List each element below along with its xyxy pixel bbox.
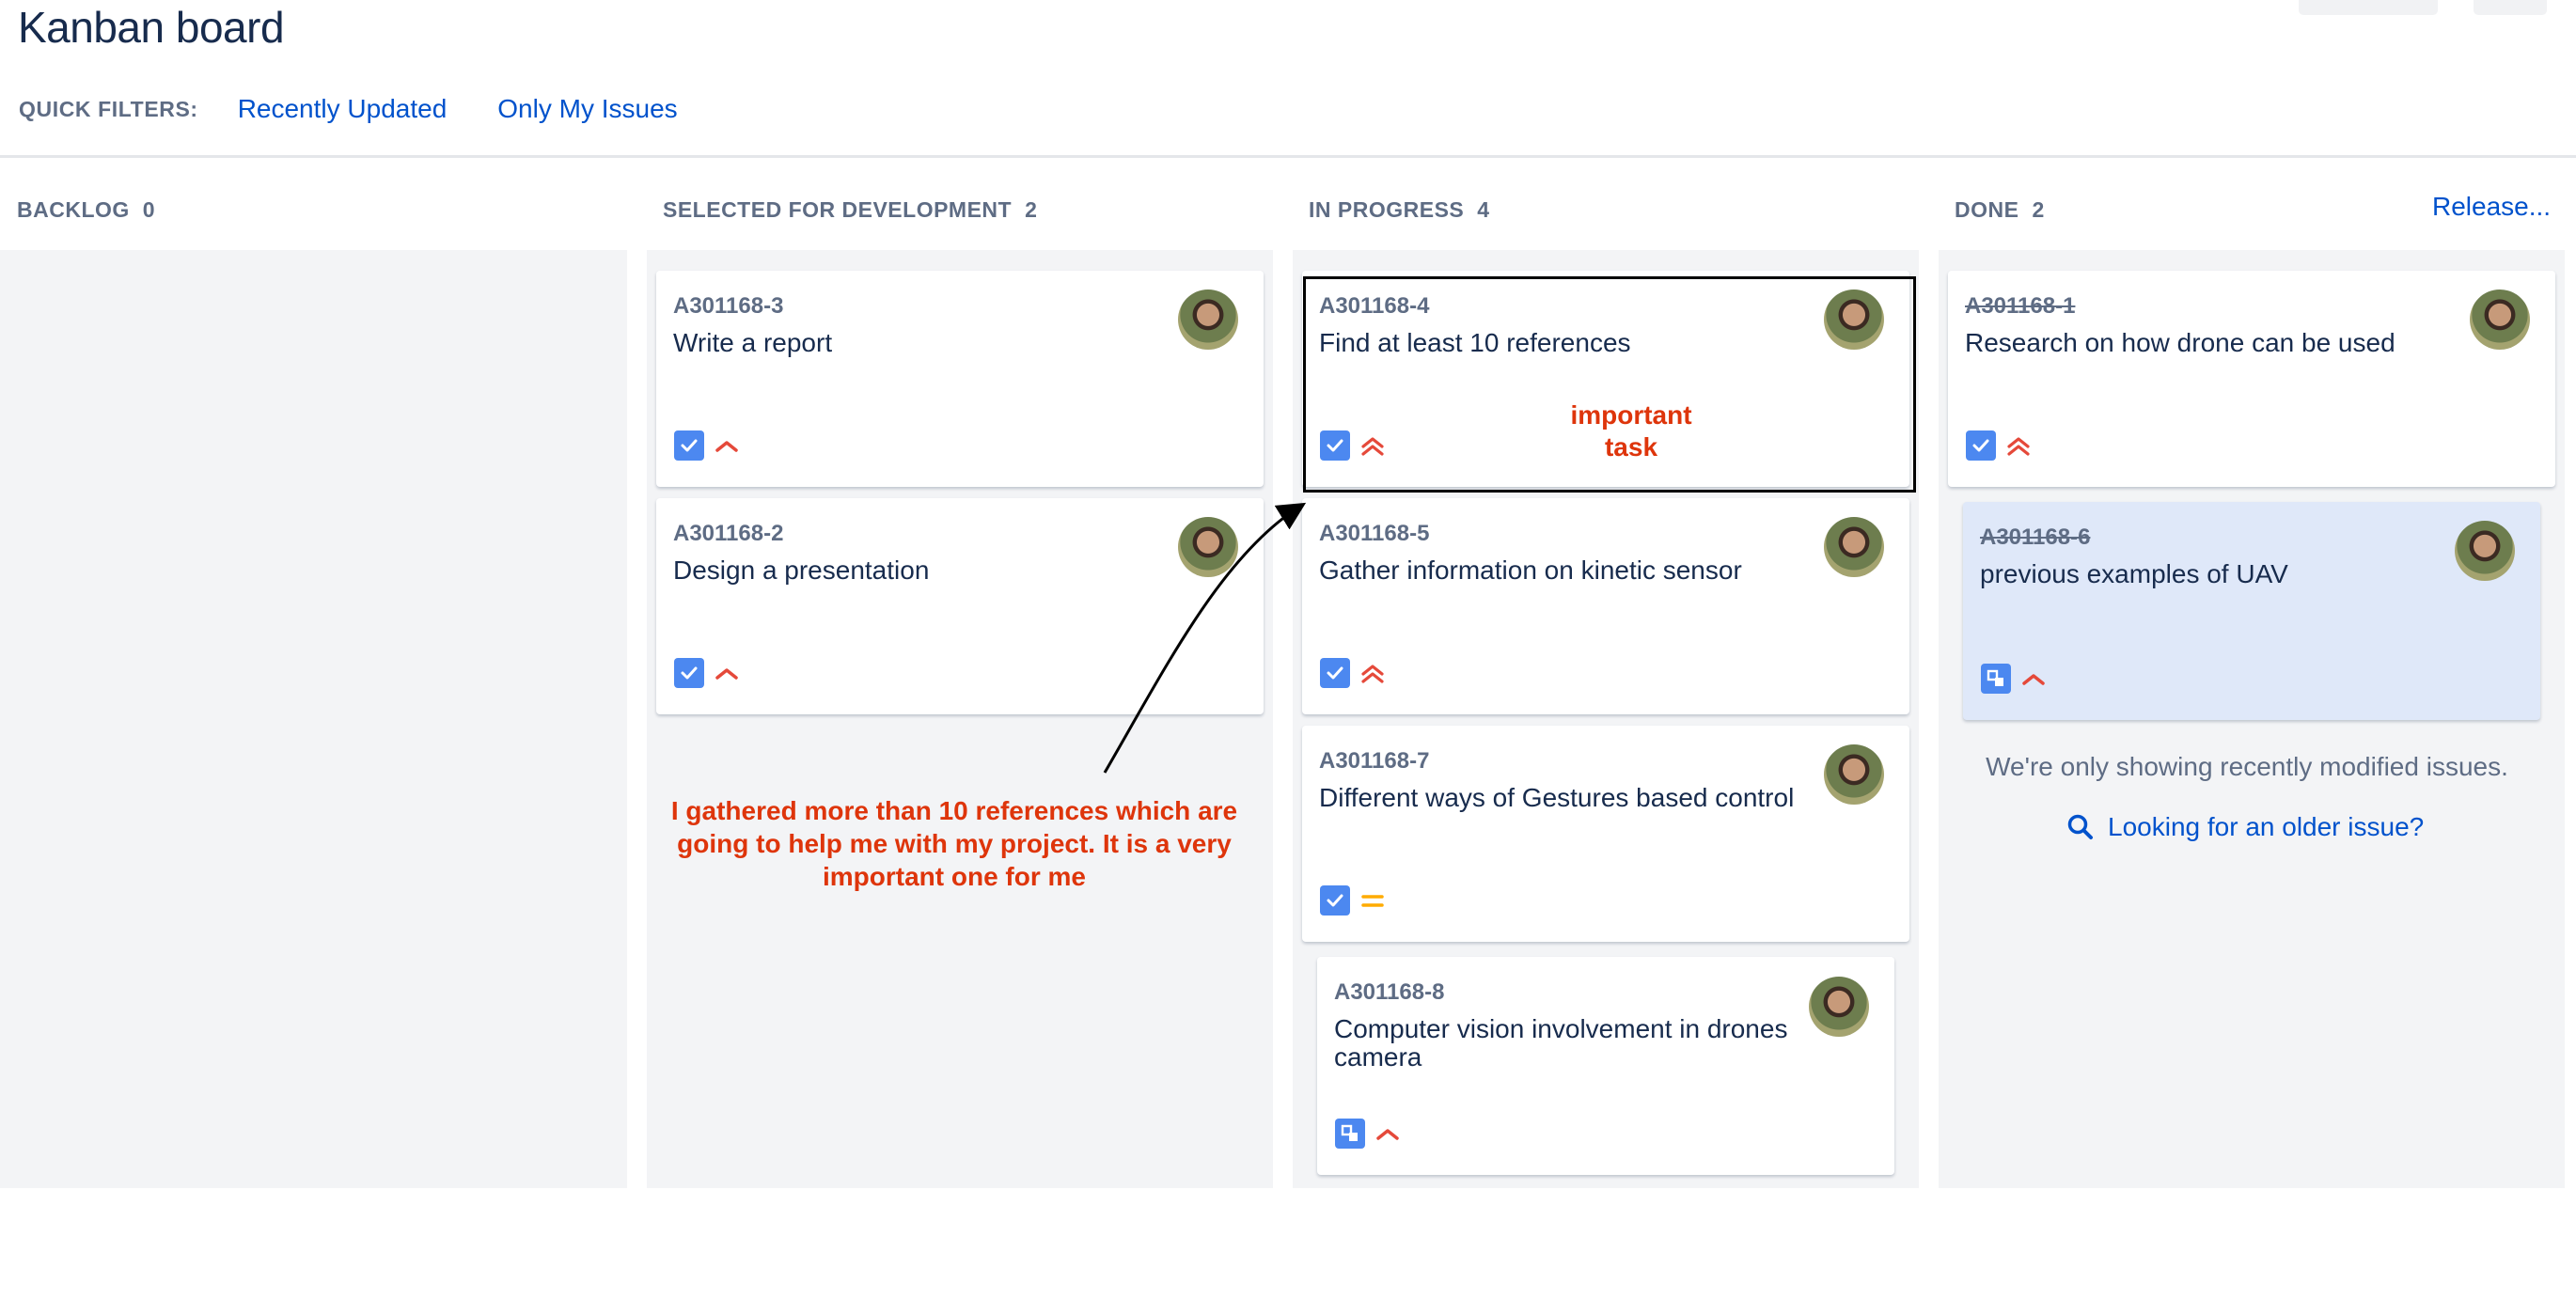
priority-highest-icon	[1361, 665, 1384, 683]
recent-issues-info: We're only showing recently modified iss…	[1986, 752, 2508, 781]
column-title: BACKLOG	[17, 196, 130, 222]
column-title: DONE	[1955, 196, 2019, 222]
column-count: 0	[142, 196, 156, 222]
column-title: IN PROGRESS	[1309, 196, 1465, 222]
column-backlog	[0, 250, 627, 1188]
assignee-avatar[interactable]	[1824, 744, 1884, 805]
issue-summary: Research on how drone can be used	[1965, 328, 2395, 357]
assignee-avatar[interactable]	[1178, 517, 1238, 577]
column-header-backlog: BACKLOG 0	[17, 193, 155, 227]
column-count: 4	[1477, 196, 1490, 222]
task-icon	[1966, 430, 1996, 461]
header-divider	[0, 155, 2576, 158]
priority-high-icon	[1376, 1129, 1399, 1140]
priority-highest-icon	[2007, 437, 2030, 456]
assignee-avatar[interactable]	[1809, 977, 1869, 1037]
column-count: 2	[1025, 196, 1038, 222]
task-icon	[1320, 430, 1350, 461]
older-issue-label: Looking for an older issue?	[2108, 812, 2425, 841]
priority-medium-icon	[1361, 895, 1384, 907]
filter-only-my-issues[interactable]: Only My Issues	[497, 94, 677, 124]
subtask-icon	[1335, 1119, 1365, 1149]
priority-high-icon	[2022, 674, 2045, 685]
issue-card-a301168-6[interactable]: A301168-6 previous examples of UAV	[1963, 502, 2540, 720]
subtask-icon	[1981, 664, 2011, 694]
issue-key: A301168-3	[673, 293, 784, 319]
column-title: SELECTED FOR DEVELOPMENT	[663, 196, 1013, 222]
filter-recently-updated[interactable]: Recently Updated	[238, 94, 448, 124]
issue-key: A301168-7	[1319, 748, 1430, 774]
issue-summary: Design a presentation	[673, 556, 930, 585]
issue-card-a301168-8[interactable]: A301168-8 Computer vision involvement in…	[1317, 957, 1894, 1175]
issue-card-a301168-1[interactable]: A301168-1 Research on how drone can be u…	[1948, 271, 2555, 487]
annotation-note: I gathered more than 10 references which…	[670, 796, 1238, 891]
assignee-avatar[interactable]	[2470, 290, 2530, 350]
issue-key: A301168-6	[1980, 524, 2091, 550]
priority-high-icon	[715, 668, 738, 680]
task-icon	[1320, 658, 1350, 688]
issue-key: A301168-1	[1965, 293, 2076, 319]
issue-summary: Write a report	[673, 328, 833, 357]
issue-summary: Gather information on kinetic sensor	[1319, 556, 1742, 585]
search-icon	[2067, 814, 2093, 839]
issue-key: A301168-4	[1319, 293, 1430, 319]
column-count: 2	[2032, 196, 2045, 222]
issue-card-a301168-5[interactable]: A301168-5 Gather information on kinetic …	[1302, 498, 1909, 714]
issue-card-a301168-7[interactable]: A301168-7 Different ways of Gestures bas…	[1302, 726, 1909, 942]
column-header-selected-for-development: SELECTED FOR DEVELOPMENT 2	[663, 193, 1037, 227]
issue-key: A301168-2	[673, 521, 784, 546]
column-header-done: DONE 2	[1955, 193, 2045, 227]
assignee-avatar[interactable]	[1824, 290, 1884, 350]
issue-summary: Computer vision involvement in drones ca…	[1334, 1014, 1788, 1072]
issue-key: A301168-5	[1319, 521, 1430, 546]
issue-summary: previous examples of UAV	[1980, 559, 2288, 588]
assignee-avatar[interactable]	[1824, 517, 1884, 577]
issue-card-a301168-2[interactable]: A301168-2 Design a presentation	[656, 498, 1264, 714]
priority-highest-icon	[1361, 437, 1384, 456]
assignee-avatar[interactable]	[2455, 521, 2515, 581]
issue-summary: Find at least 10 references	[1319, 328, 1631, 357]
annotation-important-task: important task	[1570, 400, 1692, 462]
task-icon	[674, 430, 704, 461]
column-header-in-progress: IN PROGRESS 4	[1309, 193, 1490, 227]
board-action-button[interactable]	[2299, 0, 2438, 15]
task-icon	[1320, 885, 1350, 916]
quick-filters: QUICK FILTERS: Recently Updated Only My …	[19, 90, 729, 128]
board-more-button[interactable]	[2474, 0, 2547, 15]
release-link[interactable]: Release...	[2432, 192, 2551, 222]
quick-filters-label: QUICK FILTERS:	[19, 96, 198, 121]
priority-high-icon	[715, 441, 738, 452]
issue-summary: Different ways of Gestures based control	[1319, 783, 1795, 812]
task-icon	[674, 658, 704, 688]
assignee-avatar[interactable]	[1178, 290, 1238, 350]
issue-key: A301168-8	[1334, 979, 1445, 1005]
issue-card-a301168-3[interactable]: A301168-3 Write a report	[656, 271, 1264, 487]
page-title: Kanban board	[18, 3, 285, 52]
older-issue-link[interactable]: Looking for an older issue?	[2066, 810, 2424, 844]
